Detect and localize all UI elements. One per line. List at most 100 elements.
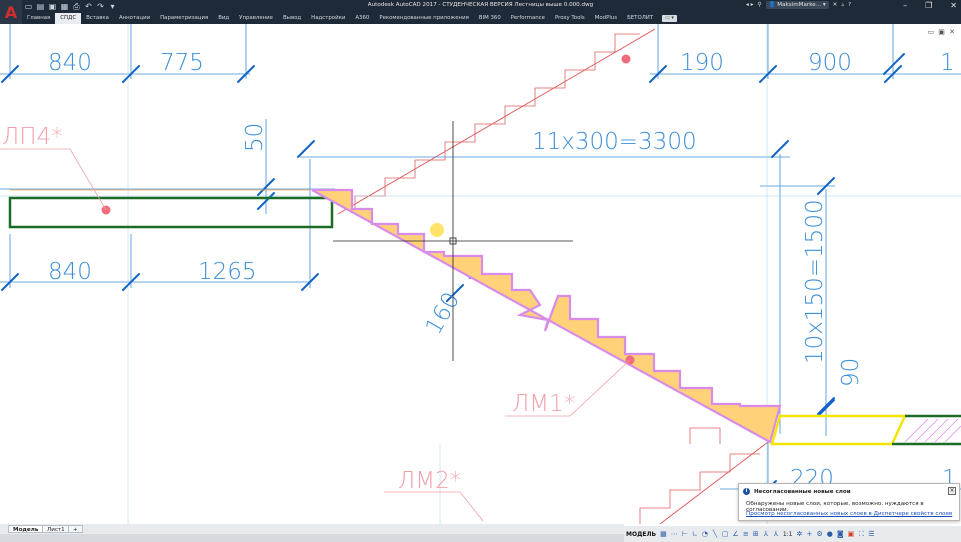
dim-text-840-top[interactable]: 840 — [48, 50, 92, 76]
restore-icon[interactable]: ❐ — [925, 1, 932, 10]
osnap-icon[interactable]: ▢ — [722, 530, 729, 538]
tab-view[interactable]: Вид — [213, 13, 234, 24]
leader-lm2 — [384, 491, 484, 522]
hatch-2 — [914, 418, 939, 443]
leader-lp4 — [0, 148, 107, 211]
dim-text-190-top[interactable]: 190 — [680, 50, 724, 76]
tab-betolit[interactable]: БЕТОЛИТ — [622, 13, 658, 24]
info-icon: i — [743, 488, 750, 495]
tab-insert[interactable]: Вставка — [81, 13, 114, 24]
transparency-icon[interactable]: ⊞ — [753, 530, 759, 538]
exchange-icon[interactable]: ✕ — [833, 2, 838, 8]
tab-featured-apps[interactable]: Рекомендованные приложения — [374, 13, 474, 24]
label-lm1[interactable]: ЛМ1* — [512, 391, 575, 417]
tick-10 — [297, 140, 315, 158]
dim-text-50[interactable]: 50 — [242, 123, 268, 152]
tab-proxy-tools[interactable]: Proxy Tools — [550, 13, 590, 24]
dim-text-775-top[interactable]: 775 — [160, 50, 204, 76]
notification-balloon: i Несогласованные новые слои × Обнаружен… — [738, 483, 960, 521]
user-icon: 👤 — [768, 2, 776, 8]
binoculars-icon[interactable]: ⚲ — [757, 2, 761, 8]
grid-icon[interactable]: ▦ — [660, 530, 667, 538]
plus-icon[interactable]: + — [806, 530, 813, 538]
annotation-icon[interactable]: ⅄ — [763, 530, 769, 538]
tab-sheet1[interactable]: Лист1 — [42, 525, 70, 533]
tick-19 — [883, 53, 905, 75]
tab-output[interactable]: Вывод — [278, 13, 306, 24]
polar-icon[interactable]: ◔ — [702, 530, 708, 538]
dim-text-840-mid[interactable]: 840 — [48, 259, 92, 285]
notification-title: Несогласованные новые слои — [754, 488, 851, 495]
user-account-button[interactable]: 👤 MaksimMarke... ▾ — [765, 1, 829, 9]
dim-text-1-top[interactable]: 1 — [940, 50, 955, 76]
minimize-icon[interactable]: – — [903, 1, 907, 10]
search-arrows-icon[interactable]: ◂ ▸ — [746, 2, 753, 8]
tab-glavnaya[interactable]: Главная — [22, 13, 55, 24]
ortho-icon[interactable]: ∟ — [692, 530, 698, 538]
label-lp4[interactable]: ЛП4* — [2, 124, 63, 150]
scale-value[interactable]: 1:1 — [783, 531, 793, 538]
hatch-3 — [924, 418, 949, 443]
otrack-icon[interactable]: ∠ — [733, 530, 739, 538]
tab-a360[interactable]: A360 — [350, 13, 374, 24]
snap-icon[interactable]: ⋯ — [671, 530, 678, 538]
tab-modplus[interactable]: ModPlus — [590, 13, 622, 24]
tab-model[interactable]: Модель — [8, 525, 44, 533]
viewport-controls[interactable]: ▭ ▣ ✕ — [927, 28, 956, 36]
model-space-button[interactable]: МОДЕЛЬ — [626, 531, 656, 538]
drawing-canvas[interactable]: 840 775 190 900 1 840 1265 11x300=3300 2… — [0, 24, 961, 524]
red-line-upper — [337, 28, 656, 215]
annotation-scale-icon[interactable]: ⅄ — [773, 530, 779, 538]
tab-performance[interactable]: Performance — [506, 13, 550, 24]
hatch-1 — [904, 418, 929, 443]
user-name: MaksimMarke... — [777, 2, 822, 8]
upper-stair-outline — [354, 33, 640, 214]
layout-tabs: Модель Лист1 + — [0, 524, 624, 534]
ribbon-tabs: Главная СПДС Вставка Аннотации Параметри… — [22, 13, 961, 24]
status-strip — [0, 534, 624, 542]
hatch-4 — [934, 418, 959, 443]
tab-bim360[interactable]: BIM 360 — [474, 13, 506, 24]
lineweight-icon[interactable]: ≡ — [743, 530, 749, 538]
tab-annotations[interactable]: Аннотации — [114, 13, 155, 24]
cursor-highlight — [430, 223, 444, 237]
dim-text-1265-mid[interactable]: 1265 — [198, 259, 257, 285]
dim-text-stair-run[interactable]: 11x300=3300 — [532, 129, 697, 155]
landing-slab-lp4[interactable] — [8, 196, 334, 229]
workspace-icon[interactable]: ⚙ — [816, 530, 822, 538]
hardware-icon[interactable]: ◙ — [837, 530, 844, 538]
isodraft-icon[interactable]: ╲ — [712, 530, 718, 538]
drawing-svg: 840 775 190 900 1 840 1265 11x300=3300 2… — [0, 24, 961, 524]
tab-parametric[interactable]: Параметризация — [155, 13, 213, 24]
isolate-icon[interactable]: ● — [827, 530, 833, 538]
label-lm2[interactable]: ЛМ2* — [398, 468, 461, 494]
tab-addins[interactable]: Надстройки — [306, 13, 350, 24]
status-bar: МОДЕЛЬ ▦ ⋯ ⊢ ∟ ◔ ╲ ▢ ∠ ≡ ⊞ ⅄ ⅄ 1:1 ✲ + ⚙… — [624, 526, 961, 542]
hatch-5 — [944, 425, 961, 443]
autocad-logo[interactable]: A — [0, 0, 22, 24]
dim-text-stair-rise[interactable]: 10x150=1500 — [802, 199, 828, 364]
close-window-icon[interactable]: ✕ — [950, 1, 957, 10]
gear-icon[interactable]: ✲ — [796, 530, 803, 538]
lower-stair-outline — [689, 427, 721, 444]
dim-text-160[interactable]: 160 — [421, 288, 465, 339]
add-layout-button[interactable]: + — [68, 525, 83, 533]
help-icon[interactable]: ? — [848, 2, 851, 8]
dynamic-input-icon[interactable]: ⊢ — [682, 530, 688, 538]
lower-landing-yellow[interactable] — [770, 414, 907, 446]
window-controls: – ❐ ✕ — [903, 1, 957, 10]
dim-text-900-top[interactable]: 900 — [808, 50, 852, 76]
a360-icon[interactable]: ▵ — [841, 2, 844, 8]
upper-grip-dot[interactable] — [621, 54, 631, 64]
dim-text-90[interactable]: 90 — [838, 358, 864, 387]
layer-alert-icon[interactable]: ▣ — [848, 530, 855, 538]
notification-link[interactable]: Просмотр несогласованных новых слоев в Д… — [746, 511, 952, 517]
tab-manage[interactable]: Управление — [234, 13, 278, 24]
title-bar: ▭ ▤ ▣ ▦ ⎙ ↶ ↷ ▾ Autodesk AutoCAD 2017 - … — [0, 0, 961, 13]
ribbon-minimize-button[interactable]: ▭ ▾ — [662, 15, 677, 22]
notification-close-button[interactable]: × — [948, 487, 956, 495]
fullscreen-icon[interactable]: ⛶ — [858, 530, 864, 539]
user-area: ◂ ▸ ⚲ 👤 MaksimMarke... ▾ ✕ ▵ ? — [746, 1, 851, 9]
customize-icon[interactable]: ☰ — [868, 530, 874, 538]
tab-spds[interactable]: СПДС — [55, 13, 82, 24]
